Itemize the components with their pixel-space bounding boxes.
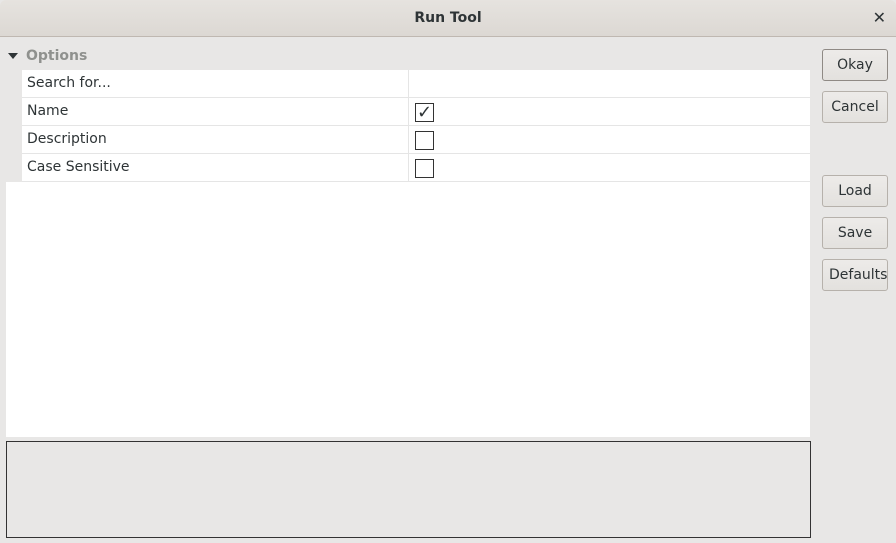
okay-button[interactable]: Okay bbox=[822, 49, 888, 81]
output-area bbox=[6, 441, 811, 538]
load-button[interactable]: Load bbox=[822, 175, 888, 207]
option-row-description: Description bbox=[22, 126, 810, 154]
window-title: Run Tool bbox=[414, 10, 482, 26]
option-label: Description bbox=[27, 131, 107, 147]
expander-triangle-icon[interactable] bbox=[8, 53, 18, 59]
close-icon[interactable]: ✕ bbox=[873, 8, 886, 27]
option-label: Name bbox=[27, 103, 69, 119]
cancel-button[interactable]: Cancel bbox=[822, 91, 888, 123]
option-row-case-sensitive: Case Sensitive bbox=[22, 154, 810, 182]
options-panel: Search for... Name ✓ Description Case Se… bbox=[6, 70, 810, 437]
case-sensitive-checkbox[interactable] bbox=[415, 159, 434, 178]
description-checkbox[interactable] bbox=[415, 131, 434, 150]
option-value bbox=[408, 126, 811, 153]
name-checkbox[interactable]: ✓ bbox=[415, 103, 434, 122]
search-input[interactable] bbox=[408, 70, 811, 97]
option-value: ✓ bbox=[408, 98, 811, 125]
option-value bbox=[408, 154, 811, 181]
defaults-button[interactable]: Defaults bbox=[822, 259, 888, 291]
title-bar: Run Tool ✕ bbox=[0, 0, 896, 37]
tree-gutter bbox=[6, 70, 22, 182]
options-section-header[interactable]: Options bbox=[8, 48, 87, 64]
option-row-search: Search for... bbox=[22, 70, 810, 98]
option-label: Search for... bbox=[27, 75, 111, 91]
save-button[interactable]: Save bbox=[822, 217, 888, 249]
option-row-name: Name ✓ bbox=[22, 98, 810, 126]
option-label: Case Sensitive bbox=[27, 159, 130, 175]
options-label: Options bbox=[26, 48, 88, 64]
